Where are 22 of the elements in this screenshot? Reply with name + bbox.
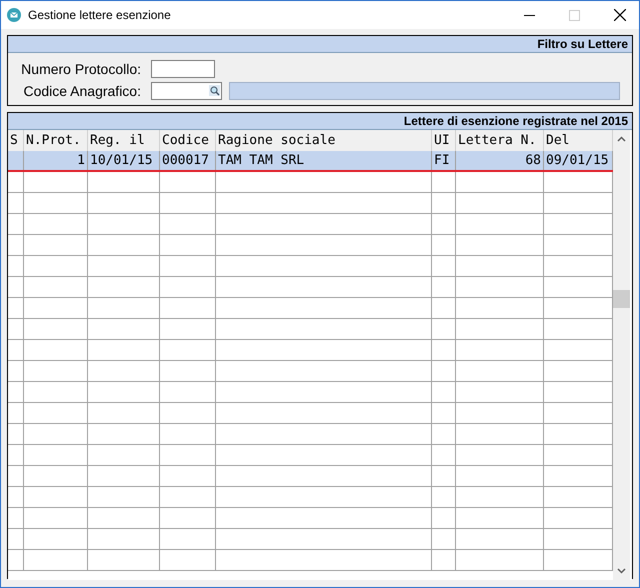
table-cell: 000017 xyxy=(162,153,209,168)
app-icon xyxy=(7,8,21,22)
scroll-up-icon[interactable] xyxy=(617,136,626,142)
scroll-thumb[interactable] xyxy=(613,290,630,308)
panel-header: Lettere di esenzione registrate nel 2015 xyxy=(8,113,632,130)
window-title: Gestione lettere esenzione xyxy=(28,8,171,22)
input-field[interactable] xyxy=(151,60,215,78)
table-cell: 68 xyxy=(525,153,541,168)
scroll-down-icon[interactable] xyxy=(617,568,626,574)
table-cell: 10/01/15 xyxy=(90,153,153,168)
table-cell: FI xyxy=(434,153,450,168)
search-icon[interactable] xyxy=(209,85,220,96)
input-field[interactable] xyxy=(151,82,222,100)
table-row[interactable]: 1 10/01/15 000017 TAM TAM SRL FI 68 09/01/15 xyxy=(8,151,613,172)
panel-header: Filtro su Lettere xyxy=(8,36,632,53)
table-cell: TAM TAM SRL xyxy=(218,153,304,168)
close-icon[interactable] xyxy=(614,9,626,21)
table-cell: 09/01/15 xyxy=(546,153,609,168)
field-label: Numero Protocollo: xyxy=(20,61,141,77)
scrollbar[interactable] xyxy=(613,130,630,580)
table-cell: 1 xyxy=(77,153,85,168)
field-label: Codice Anagrafico: xyxy=(22,83,141,99)
